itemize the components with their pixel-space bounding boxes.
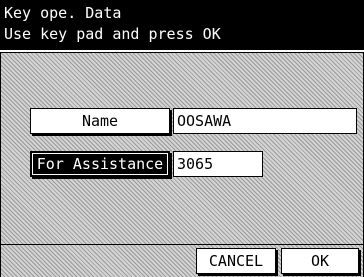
name-button-label: Name [81,112,119,130]
name-field[interactable]: OOSAWA [173,108,357,134]
for-assistance-button-label: For Assistance [36,155,164,173]
screen-title: Key ope. Data [4,4,122,22]
instruction-text: Use key pad and press OK [4,25,221,43]
for-assistance-field[interactable]: 3065 [173,151,263,177]
name-value: OOSAWA [177,112,232,130]
name-button[interactable]: Name [30,108,170,134]
header-bar: Key ope. Data Use key pad and press OK [0,0,364,52]
cancel-button[interactable]: CANCEL [196,248,276,274]
ok-button[interactable]: OK [281,248,359,274]
for-assistance-button[interactable]: For Assistance [30,151,170,177]
key-operator-data-screen: Key ope. Data Use key pad and press OK N… [0,0,364,277]
for-assistance-value: 3065 [177,155,214,173]
ok-button-label: OK [310,252,330,270]
footer-divider [1,244,363,245]
cancel-button-label: CANCEL [208,252,264,270]
